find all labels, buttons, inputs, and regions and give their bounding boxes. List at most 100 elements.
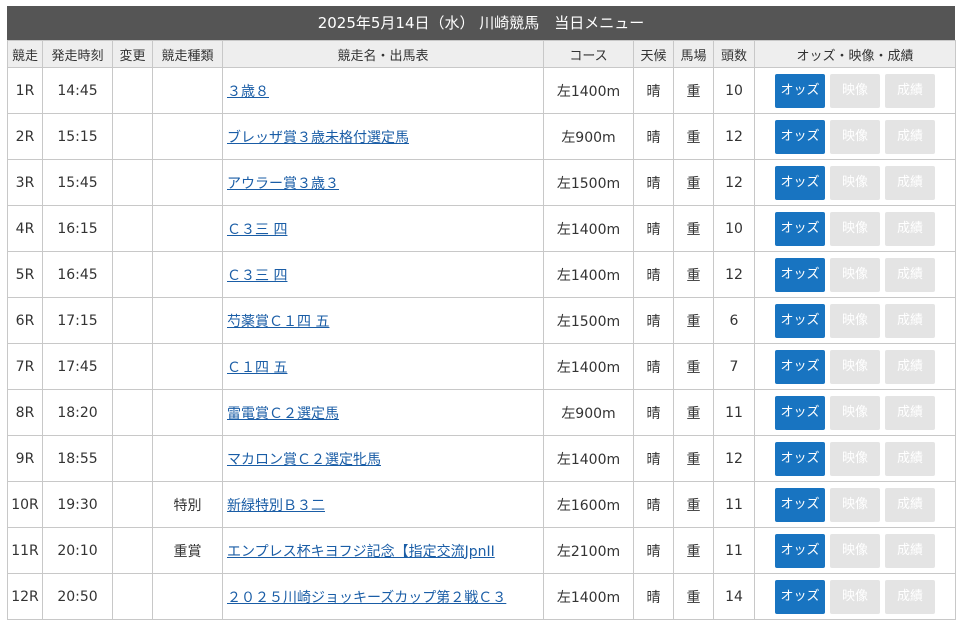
odds-button[interactable]: オッズ [775,211,825,246]
race-name-cell: エンプレス杯キヨフジ記念【指定交流JpnII [222,527,544,574]
race-table: 競走 発走時刻 変更 競走種類 競走名・出馬表 コース 天候 馬場 頭数 オッズ… [7,40,956,620]
header-heads: 頭数 [713,40,755,68]
odds-button[interactable]: オッズ [775,533,825,568]
race-name-link[interactable]: Ｃ３三 四 [227,222,287,238]
course: 左1500m [543,297,634,344]
table-row: 10R 19:30 特別 新緑特別Ｂ３二 左1600m 晴重 11 オッズ 映像 成績 [7,481,956,528]
race-name-cell: 雷電賞Ｃ２選定馬 [222,389,544,436]
race-menu: 2025年5月14日（水） 川崎競馬 当日メニュー 競走 発走時刻 変更 競走種… [7,6,956,620]
race-number: 10R [7,481,43,528]
race-name-link[interactable]: アウラー賞３歳３ [227,176,339,192]
table-row: 9R 18:55 マカロン賞Ｃ２選定牝馬 左1400m 晴重 12 オッズ 映像 成績 [7,435,956,482]
header-course: コース [543,40,634,68]
head-count: 6 [713,297,755,344]
race-type [152,113,223,160]
race-number: 4R [7,205,43,252]
weather: 晴 [633,527,674,574]
results-button: 成績 [885,395,935,430]
odds-button[interactable]: オッズ [775,579,825,614]
links-cell: オッズ 映像 成績 [754,159,956,206]
odds-button[interactable]: オッズ [775,395,825,430]
results-button: 成績 [885,211,935,246]
race-name-cell: 芍薬賞Ｃ１四 五 [222,297,544,344]
links-cell: オッズ 映像 成績 [754,481,956,528]
race-name-cell: ３歳８ [222,67,544,114]
race-number: 2R [7,113,43,160]
course: 左1500m [543,159,634,206]
header-weather: 天候 [633,40,674,68]
track-condition: 重 [673,343,714,390]
link-buttons: オッズ 映像 成績 [756,257,955,292]
header-start-time: 発走時刻 [42,40,113,68]
race-type [152,67,223,114]
course: 左1400m [543,67,634,114]
table-header-row: 競走 発走時刻 変更 競走種類 競走名・出馬表 コース 天候 馬場 頭数 オッズ… [7,40,956,68]
odds-button[interactable]: オッズ [775,165,825,200]
link-buttons: オッズ 映像 成績 [756,349,955,384]
start-time: 17:45 [42,343,113,390]
table-row: 7R 17:45 Ｃ１四 五左1400m 晴重 7 オッズ 映像 成績 [7,343,956,390]
links-cell: オッズ 映像 成績 [754,435,956,482]
header-change: 変更 [112,40,153,68]
race-name-cell: ２０２５川崎ジョッキーズカップ第２戦Ｃ３ [222,573,544,620]
race-name-link[interactable]: エンプレス杯キヨフジ記念【指定交流JpnII [227,544,495,560]
links-cell: オッズ 映像 成績 [754,389,956,436]
track-condition: 重 [673,159,714,206]
video-button: 映像 [830,487,880,522]
header-links: オッズ・映像・成績 [754,40,956,68]
head-count: 7 [713,343,755,390]
course: 左1600m [543,481,634,528]
head-count: 10 [713,67,755,114]
race-number: 5R [7,251,43,298]
odds-button[interactable]: オッズ [775,349,825,384]
change-cell [112,297,153,344]
results-button: 成績 [885,533,935,568]
head-count: 12 [713,113,755,160]
odds-button[interactable]: オッズ [775,303,825,338]
start-time: 14:45 [42,67,113,114]
header-race-name: 競走名・出馬表 [222,40,544,68]
race-number: 1R [7,67,43,114]
weather: 晴 [633,343,674,390]
results-button: 成績 [885,119,935,154]
odds-button[interactable]: オッズ [775,441,825,476]
odds-button[interactable]: オッズ [775,73,825,108]
odds-button[interactable]: オッズ [775,487,825,522]
weather: 晴 [633,297,674,344]
header-race-type: 競走種類 [152,40,223,68]
race-name-link[interactable]: ブレッザ賞３歳未格付選定馬 [227,130,409,146]
head-count: 12 [713,159,755,206]
race-name-link[interactable]: ２０２５川崎ジョッキーズカップ第２戦Ｃ３ [227,590,506,606]
results-button: 成績 [885,303,935,338]
start-time: 16:45 [42,251,113,298]
race-name-link[interactable]: 雷電賞Ｃ２選定馬 [227,406,339,422]
results-button: 成績 [885,165,935,200]
race-name-link[interactable]: 芍薬賞Ｃ１四 五 [227,314,329,330]
race-name-link[interactable]: ３歳８ [227,84,269,100]
course: 左900m [543,389,634,436]
race-name-link[interactable]: Ｃ１四 五 [227,360,287,376]
change-cell [112,389,153,436]
weather: 晴 [633,435,674,482]
start-time: 15:45 [42,159,113,206]
race-name-link[interactable]: Ｃ３三 四 [227,268,287,284]
weather: 晴 [633,251,674,298]
track-condition: 重 [673,297,714,344]
table-row: 3R 15:45 アウラー賞３歳３ 左1500m 晴重 12 オッズ 映像 成績 [7,159,956,206]
link-buttons: オッズ 映像 成績 [756,211,955,246]
race-name-link[interactable]: マカロン賞Ｃ２選定牝馬 [227,452,381,468]
change-cell [112,435,153,482]
weather: 晴 [633,113,674,160]
head-count: 10 [713,205,755,252]
race-name-cell: Ｃ３三 四 [222,251,544,298]
head-count: 11 [713,527,755,574]
course: 左2100m [543,527,634,574]
table-row: 2R 15:15 ブレッザ賞３歳未格付選定馬 左900m 晴重 12 オッズ 映像 成績 [7,113,956,160]
results-button: 成績 [885,257,935,292]
course: 左1400m [543,343,634,390]
odds-button[interactable]: オッズ [775,119,825,154]
results-button: 成績 [885,579,935,614]
race-name-link[interactable]: 新緑特別Ｂ３二 [227,498,325,514]
odds-button[interactable]: オッズ [775,257,825,292]
header-race: 競走 [7,40,43,68]
